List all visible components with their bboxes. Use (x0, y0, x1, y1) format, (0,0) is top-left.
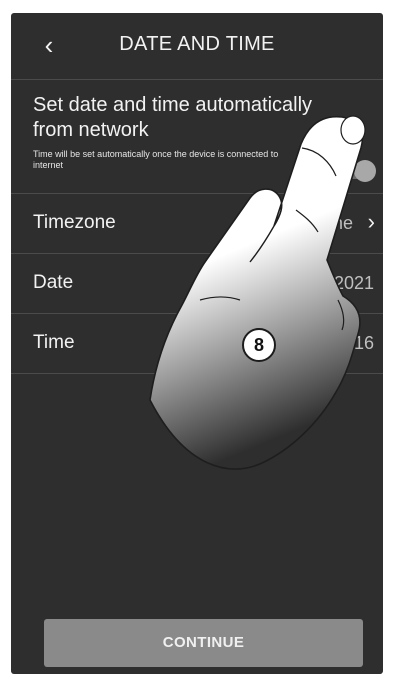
continue-button[interactable]: CONTINUE (44, 619, 363, 667)
time-value: 10:46:16 (303, 333, 374, 353)
page-title: DATE AND TIME (119, 33, 275, 55)
time-row[interactable]: Time 10:46:16 (11, 314, 383, 374)
timezone-label: Timezone (33, 212, 116, 233)
chevron-right-icon: › (367, 209, 375, 234)
date-label: Date (33, 272, 74, 293)
auto-time-toggle[interactable] (334, 160, 376, 182)
device-screen: ‹ DATE AND TIME Set date and time automa… (11, 13, 383, 674)
timezone-value: Europe/Rome (241, 213, 353, 233)
auto-time-setting: Set date and time automatically from net… (11, 79, 383, 193)
toggle-knob (354, 160, 376, 182)
time-label: Time (33, 332, 75, 353)
divider (11, 373, 383, 374)
auto-time-title: Set date and time automatically from net… (33, 94, 313, 141)
auto-time-subtitle: Time will be set automatically once the … (33, 149, 279, 170)
step-number-badge: 8 (242, 328, 276, 362)
header-bar: ‹ DATE AND TIME (11, 13, 383, 79)
date-row[interactable]: Date 01/01/2021 (11, 254, 383, 314)
date-value: 01/01/2021 (283, 273, 374, 293)
timezone-row[interactable]: Timezone Europe/Rome › (11, 194, 383, 254)
